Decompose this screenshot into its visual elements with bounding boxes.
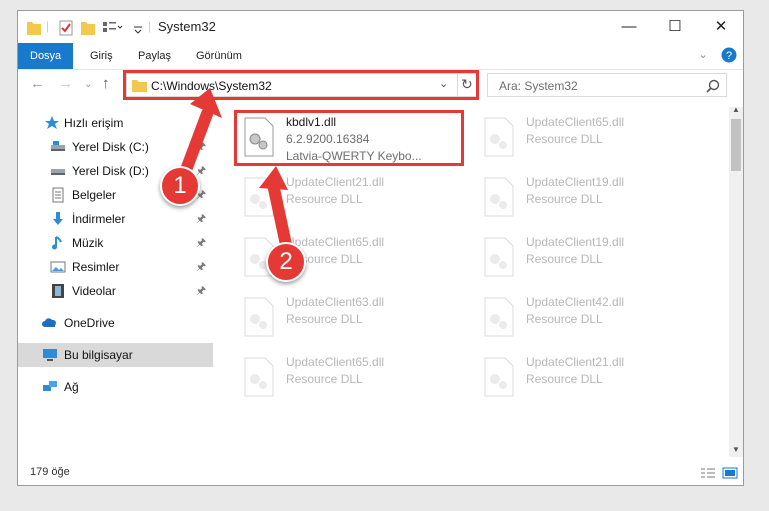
callout-1: 1 bbox=[160, 166, 200, 206]
callout-2: 2 bbox=[266, 242, 306, 282]
annotation-arrows bbox=[177, 88, 294, 260]
